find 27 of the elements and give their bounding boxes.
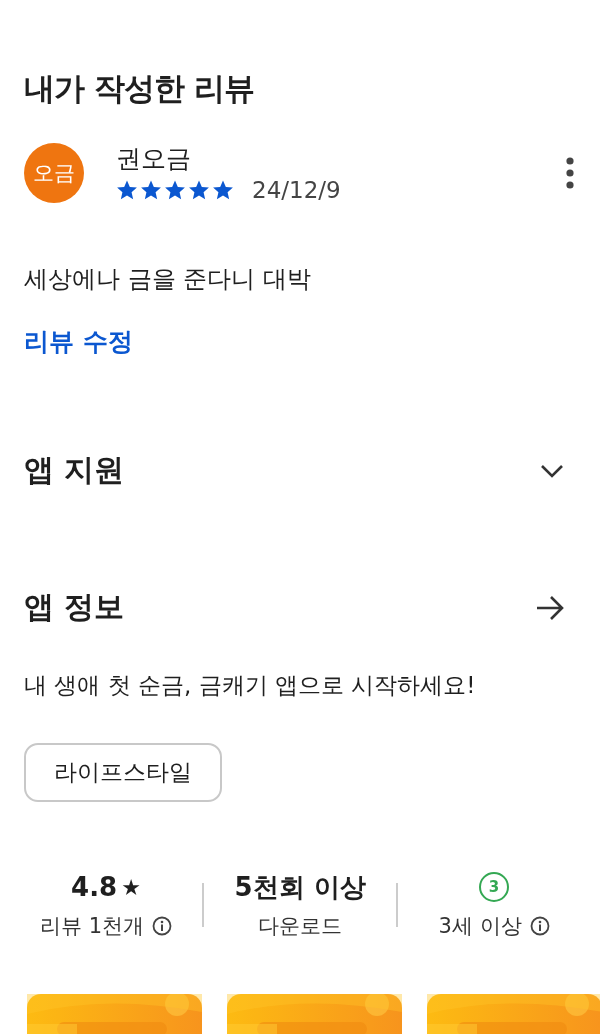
section-title: 내가 작성한 리뷰 <box>24 69 255 108</box>
app-description: 내 생애 첫 순금, 금캐기 앱으로 시작하세요! <box>24 671 477 700</box>
stat-label: 다운로드 <box>258 913 342 940</box>
review-date: 24/12/9 <box>252 177 341 203</box>
info-icon[interactable] <box>152 916 172 936</box>
section-title: 앱 지원 <box>24 451 125 489</box>
star-icon <box>140 179 162 201</box>
more-icon[interactable] <box>566 156 574 189</box>
avatar: 오금 <box>24 142 84 203</box>
star-icon <box>116 179 138 201</box>
stat-value: 4.8 <box>71 872 118 902</box>
category-chip[interactable]: 라이프스타일 <box>24 743 222 802</box>
star-icon <box>164 179 186 201</box>
edit-review-link[interactable]: 리뷰 수정 <box>24 325 133 358</box>
stat-value: 5천회 이상 <box>234 870 366 904</box>
arrow-right-icon[interactable] <box>536 594 564 621</box>
chevron-icon[interactable] <box>540 462 564 479</box>
star-icon <box>212 179 234 201</box>
stat-label: 3세 이상 <box>438 913 522 940</box>
section-title: 앱 정보 <box>24 588 125 626</box>
star-glyph: ★ <box>121 874 141 900</box>
age-rating-badge: 3 <box>479 872 509 902</box>
review-text: 세상에나 금을 준다니 대박 <box>24 264 312 295</box>
reviewer-name: 권오금 <box>116 143 192 175</box>
info-icon[interactable] <box>529 916 550 936</box>
star-icon <box>188 179 210 201</box>
stat-label: 리뷰 1천개 <box>39 913 144 940</box>
